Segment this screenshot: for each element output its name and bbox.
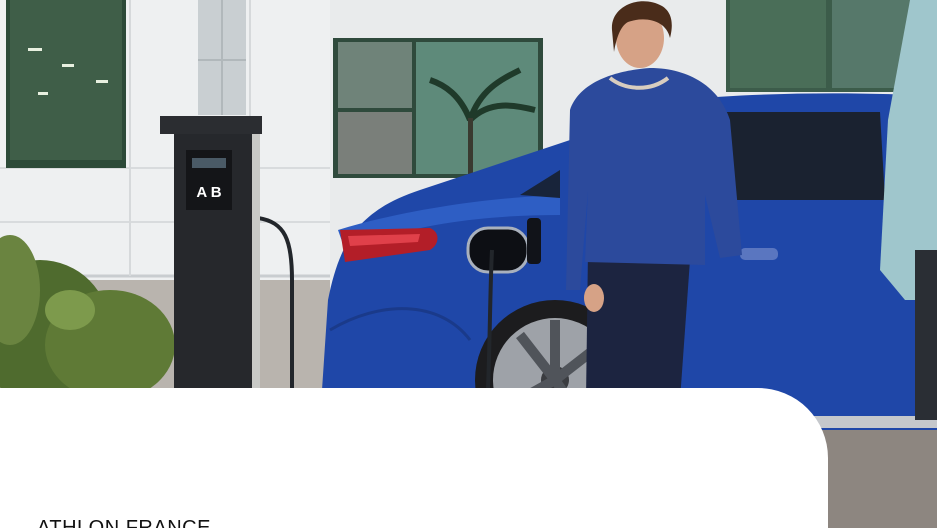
building-window-left [6, 0, 126, 168]
content-card [0, 388, 828, 528]
charging-station: A B [160, 116, 262, 396]
building-window-center [333, 38, 543, 178]
charger-label: A B [196, 184, 221, 201]
building-window-narrow [198, 0, 246, 115]
hero-banner: A B ATHLON FRANCE [0, 0, 937, 528]
headline: ATHLON FRANCE [37, 517, 211, 528]
